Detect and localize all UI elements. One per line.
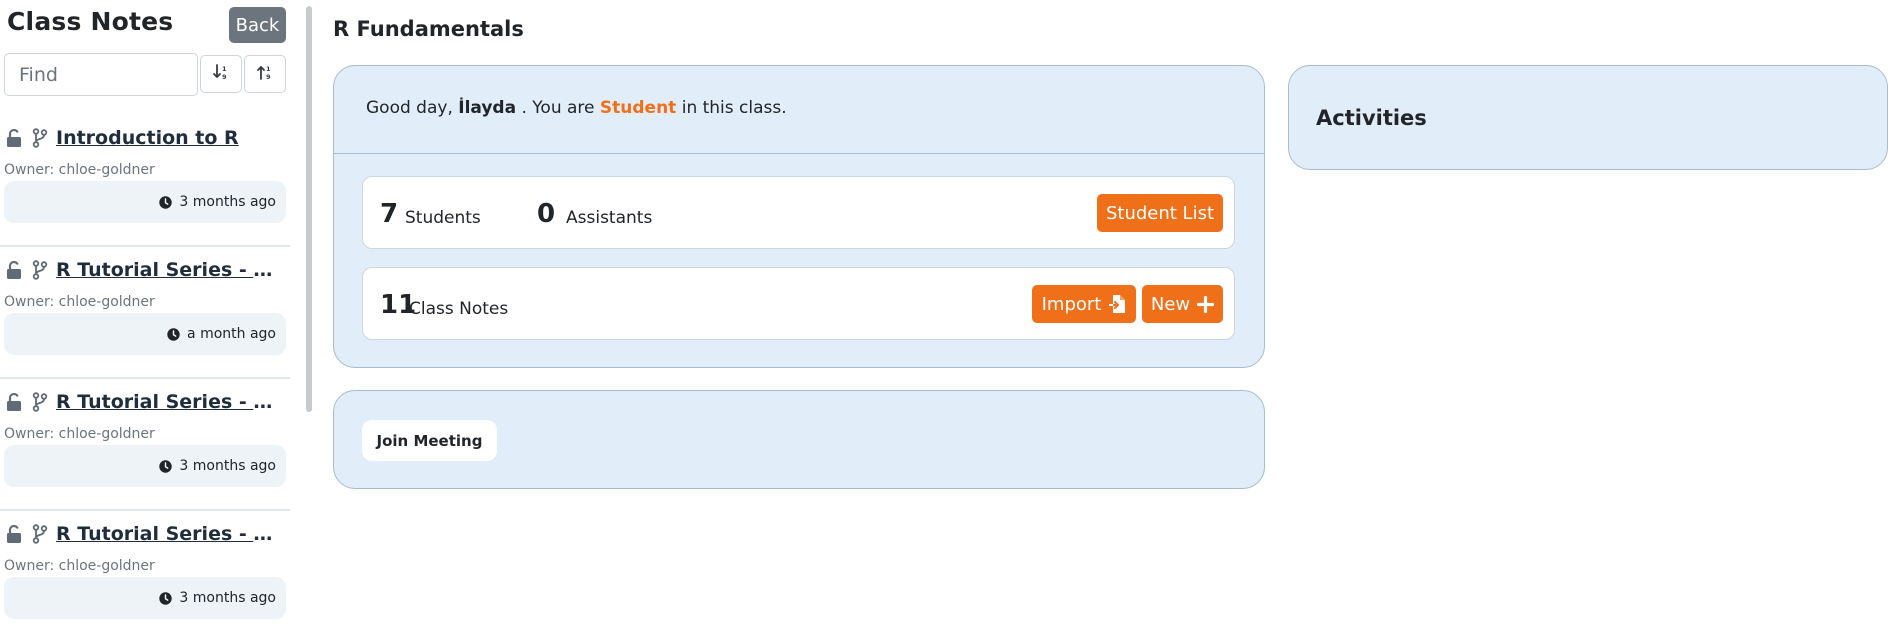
note-updated-text: 3 months ago bbox=[179, 458, 276, 474]
note-updated-text: 3 months ago bbox=[179, 194, 276, 210]
students-count: 7 bbox=[380, 199, 399, 229]
note-title-link[interactable]: Introduction to R bbox=[56, 127, 274, 149]
file-import-icon bbox=[1108, 294, 1126, 314]
svg-text:1: 1 bbox=[222, 65, 227, 73]
svg-text:9: 9 bbox=[266, 73, 271, 81]
import-button[interactable]: Import bbox=[1032, 285, 1136, 323]
sidebar-title: Class Notes bbox=[7, 7, 174, 36]
card-divider bbox=[334, 153, 1264, 154]
note-title-link[interactable]: R Tutorial Series - Simpl… bbox=[56, 391, 274, 413]
note-updated-text: a month ago bbox=[187, 326, 276, 342]
sidebar-scrollbar[interactable] bbox=[306, 6, 312, 412]
greeting-prefix: Good day, bbox=[366, 98, 459, 118]
greeting-text: Good day, İlayda . You are Student in th… bbox=[366, 98, 787, 118]
greeting-suffix: in this class. bbox=[676, 98, 787, 118]
note-updated: 3 months ago bbox=[4, 445, 286, 487]
unlock-icon bbox=[4, 391, 24, 413]
activities-card: Activities bbox=[1288, 65, 1888, 170]
clock-icon bbox=[167, 327, 180, 341]
meeting-card: Join Meeting bbox=[333, 390, 1265, 489]
activities-title: Activities bbox=[1316, 106, 1427, 130]
notes-list: Introduction to R Owner: chloe-goldner 3… bbox=[0, 115, 290, 634]
branch-icon bbox=[30, 259, 50, 281]
user-name: İlayda bbox=[458, 98, 517, 118]
page-title: R Fundamentals bbox=[333, 17, 524, 41]
list-item[interactable]: Introduction to R Owner: chloe-goldner 3… bbox=[0, 115, 290, 247]
note-owner: Owner: chloe-goldner bbox=[4, 162, 155, 178]
new-label: New bbox=[1150, 293, 1191, 315]
greeting-middle: . You are bbox=[516, 98, 600, 118]
members-stats: 7 Students 0 Assistants Student List bbox=[362, 176, 1235, 249]
list-item[interactable]: R Tutorial Series - Graph… Owner: chloe-… bbox=[0, 511, 290, 634]
import-label: Import bbox=[1041, 293, 1102, 315]
assistants-label: Assistants bbox=[566, 208, 653, 228]
note-title-link[interactable]: R Tutorial Series - Sum… bbox=[56, 259, 274, 281]
user-role: Student bbox=[599, 98, 677, 118]
unlock-icon bbox=[4, 523, 24, 545]
note-owner: Owner: chloe-goldner bbox=[4, 294, 155, 310]
clock-icon bbox=[159, 459, 173, 473]
note-updated: 3 months ago bbox=[4, 577, 286, 619]
note-title-link[interactable]: R Tutorial Series - Graph… bbox=[56, 523, 274, 545]
sort-descending-icon: 1 9 bbox=[256, 63, 274, 85]
new-note-button[interactable]: New bbox=[1142, 285, 1223, 323]
unlock-icon bbox=[4, 127, 24, 149]
note-owner: Owner: chloe-goldner bbox=[4, 426, 155, 442]
note-owner: Owner: chloe-goldner bbox=[4, 558, 155, 574]
svg-text:9: 9 bbox=[222, 73, 227, 81]
sort-ascending-icon: 1 9 bbox=[212, 63, 230, 85]
note-updated: 3 months ago bbox=[4, 181, 286, 223]
assistants-count: 0 bbox=[537, 199, 556, 229]
note-updated: a month ago bbox=[4, 313, 286, 355]
class-notes-label: Class Notes bbox=[409, 299, 509, 319]
unlock-icon bbox=[4, 259, 24, 281]
branch-icon bbox=[30, 523, 50, 545]
back-button[interactable]: Back bbox=[229, 7, 286, 43]
plus-icon bbox=[1197, 295, 1215, 313]
notes-stats: 11 Class Notes Import New bbox=[362, 267, 1235, 340]
list-item[interactable]: R Tutorial Series - Sum… Owner: chloe-go… bbox=[0, 247, 290, 379]
sort-descending-button[interactable]: 1 9 bbox=[244, 55, 286, 93]
branch-icon bbox=[30, 127, 50, 149]
list-item[interactable]: R Tutorial Series - Simpl… Owner: chloe-… bbox=[0, 379, 290, 511]
student-list-label: Student List bbox=[1105, 202, 1215, 224]
search-input[interactable] bbox=[4, 53, 198, 96]
student-list-button[interactable]: Student List bbox=[1097, 194, 1223, 232]
sort-ascending-button[interactable]: 1 9 bbox=[200, 55, 242, 93]
class-info-card: Good day, İlayda . You are Student in th… bbox=[333, 65, 1265, 368]
svg-text:1: 1 bbox=[266, 65, 271, 73]
join-meeting-button[interactable]: Join Meeting bbox=[362, 420, 497, 461]
clock-icon bbox=[159, 591, 173, 605]
class-notes-sidebar: Class Notes Back 1 9 1 9 bbox=[0, 0, 300, 634]
branch-icon bbox=[30, 391, 50, 413]
clock-icon bbox=[159, 195, 173, 209]
note-updated-text: 3 months ago bbox=[179, 590, 276, 606]
students-label: Students bbox=[405, 208, 481, 228]
